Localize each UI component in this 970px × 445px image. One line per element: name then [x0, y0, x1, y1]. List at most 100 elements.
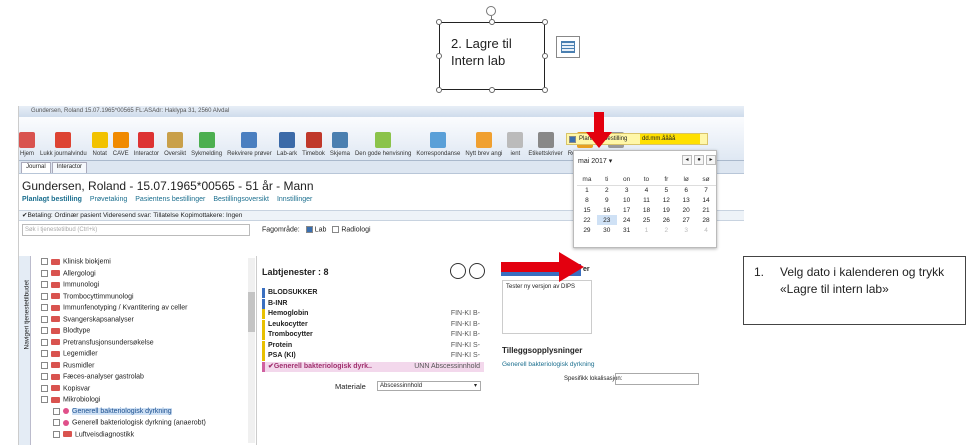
subtab-planlagt[interactable]: Planlagt bestilling: [22, 196, 82, 210]
calendar-day[interactable]: 24: [617, 215, 637, 225]
calendar-day[interactable]: 21: [696, 205, 716, 215]
materiale-select[interactable]: Abscessinnhold ▾: [377, 381, 481, 391]
calendar-day[interactable]: 3: [617, 185, 637, 195]
tree-item[interactable]: Immunfenotyping / Kvantitering av celler: [41, 304, 188, 311]
lab-row[interactable]: BLODSUKKER: [262, 288, 484, 298]
resize-handle[interactable]: [542, 53, 548, 59]
date-input[interactable]: dd.mm.åååå: [640, 134, 700, 144]
ribbon-button[interactable]: Korrespondanse: [416, 132, 460, 157]
lab-row[interactable]: Protein FIN-KI S-: [262, 340, 484, 351]
calendar-day[interactable]: 6: [676, 185, 696, 195]
expand-icon[interactable]: [41, 361, 48, 369]
radiologi-checkbox[interactable]: [332, 226, 340, 234]
tree-item[interactable]: Rusmidler: [41, 361, 95, 369]
calendar-day[interactable]: 29: [577, 225, 597, 235]
calendar-day[interactable]: 2: [597, 185, 617, 195]
expand-icon[interactable]: [53, 419, 60, 426]
lab-row[interactable]: Trombocytter FIN-KI B-: [262, 330, 484, 340]
tree-item[interactable]: Allergologi: [41, 269, 96, 277]
calendar-day[interactable]: 17: [617, 205, 637, 215]
expand-icon[interactable]: [41, 396, 48, 403]
notat-textarea[interactable]: Tester ny versjon av DIPS: [502, 280, 592, 334]
ribbon-button[interactable]: Sykmelding: [191, 132, 222, 157]
calendar-day[interactable]: 20: [676, 205, 696, 215]
calendar-day[interactable]: 28: [696, 215, 716, 225]
tree-item[interactable]: Klinisk biokjemi: [41, 258, 111, 265]
resize-handle[interactable]: [542, 19, 548, 25]
tree-item[interactable]: Blodtype: [41, 327, 90, 334]
lab-row[interactable]: Hemoglobin FIN-KI B-: [262, 309, 484, 319]
expand-icon[interactable]: [41, 315, 48, 323]
tree-item[interactable]: Kopisvar: [41, 384, 90, 392]
lab-checkbox[interactable]: [305, 226, 313, 234]
ribbon-button[interactable]: Hjem: [19, 132, 35, 157]
prev-month-icon[interactable]: ◂: [682, 155, 692, 165]
calendar-day[interactable]: 10: [617, 195, 637, 205]
expand-icon[interactable]: [41, 384, 48, 392]
today-icon[interactable]: ●: [694, 155, 704, 165]
expand-icon[interactable]: [53, 430, 60, 438]
ribbon-button[interactable]: Den gode henvisning: [355, 132, 411, 157]
calendar-day[interactable]: 7: [696, 185, 716, 195]
ribbon-button[interactable]: Oversikt: [164, 132, 186, 157]
subtab-oversikt[interactable]: Bestillingsoversikt: [213, 196, 269, 210]
expand-icon[interactable]: [41, 327, 48, 334]
lokalisasjon-input[interactable]: [615, 373, 699, 385]
tree-item[interactable]: Pretransfusjonsundersøkelse: [41, 338, 154, 346]
lab-row[interactable]: Leukocytter FIN-KI B-: [262, 319, 484, 330]
lab-row[interactable]: PSA (KI) FIN-KI S-: [262, 351, 484, 361]
calendar-day[interactable]: 1: [577, 185, 597, 195]
ribbon-button[interactable]: CAVE: [112, 132, 129, 157]
expand-icon[interactable]: [41, 350, 48, 357]
calendar-day[interactable]: 25: [637, 215, 657, 225]
expand-icon[interactable]: [41, 304, 48, 311]
resize-handle[interactable]: [542, 87, 548, 93]
resize-handle[interactable]: [436, 87, 442, 93]
expand-icon[interactable]: [41, 269, 48, 277]
rotate-handle-icon[interactable]: [486, 6, 496, 16]
tree-item[interactable]: Luftveisdiagnostikk: [53, 430, 134, 438]
ribbon-button[interactable]: Lukk journalvindu: [40, 132, 87, 157]
ribbon-button[interactable]: ient: [507, 132, 524, 157]
callout-box[interactable]: 2. Lagre til Intern lab: [439, 22, 545, 90]
layout-options-icon[interactable]: [556, 36, 580, 58]
resize-handle[interactable]: [489, 19, 495, 25]
calendar-day[interactable]: 8: [577, 195, 597, 205]
tree-scrollbar[interactable]: [248, 258, 255, 443]
next-month-icon[interactable]: ▸: [706, 155, 716, 165]
star-icon[interactable]: [469, 263, 485, 279]
ribbon-button[interactable]: Interactor: [134, 132, 159, 157]
lab-row[interactable]: B-INR: [262, 298, 484, 309]
calendar-day[interactable]: 14: [696, 195, 716, 205]
subtab-pasientens[interactable]: Pasientens bestillinger: [135, 196, 205, 210]
resize-handle[interactable]: [436, 53, 442, 59]
calendar-day[interactable]: 18: [637, 205, 657, 215]
tree-item[interactable]: Trombocyttimmunologi: [41, 292, 134, 300]
calendar-day[interactable]: 31: [617, 225, 637, 235]
ribbon-button[interactable]: Nytt brev angi: [465, 132, 502, 157]
calendar-day[interactable]: 4: [696, 225, 716, 235]
calendar-day[interactable]: 26: [656, 215, 676, 225]
calendar-day[interactable]: 5: [656, 185, 676, 195]
calendar-day[interactable]: 23: [596, 215, 617, 225]
subtab-provetaking[interactable]: Prøvetaking: [90, 196, 127, 210]
lab-row[interactable]: ✔Generell bakteriologisk dyrk.. UNN Absce…: [262, 361, 484, 372]
calendar-day[interactable]: 22: [577, 215, 597, 225]
tree-item[interactable]: Mikrobiologi: [41, 396, 100, 403]
expand-icon[interactable]: [41, 281, 48, 288]
tree-item[interactable]: Generell bakteriologisk dyrkning: [53, 407, 172, 415]
ribbon-button[interactable]: Timebok: [302, 132, 325, 157]
calendar-day[interactable]: 16: [597, 205, 617, 215]
calendar-day[interactable]: 30: [597, 225, 617, 235]
tab-journal[interactable]: Journal: [21, 162, 51, 173]
tab-interactor[interactable]: Interactor: [51, 162, 88, 173]
calendar-day[interactable]: 2: [656, 225, 676, 235]
ribbon-button[interactable]: Lab-ark: [277, 132, 297, 157]
subtab-innstillinger[interactable]: Innstillinger: [277, 196, 312, 210]
calendar-day[interactable]: 27: [676, 215, 696, 225]
tree-item[interactable]: Legemidler: [41, 350, 98, 357]
calendar-day[interactable]: 4: [637, 185, 657, 195]
calendar-day[interactable]: 9: [597, 195, 617, 205]
search-input[interactable]: Søk i tjenestetilbud (Ctrl+k): [22, 224, 250, 236]
tree-item[interactable]: Generell bakteriologisk dyrkning (anaero…: [53, 419, 206, 426]
